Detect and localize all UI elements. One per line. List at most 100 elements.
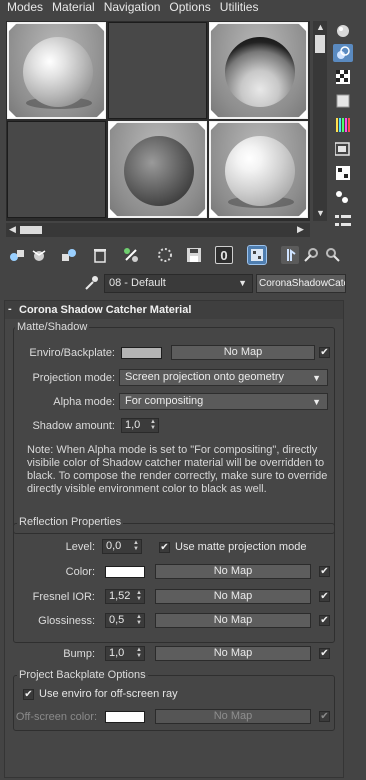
shadow-catcher-rollout: - Corona Shadow Catcher Material Matte/S… [4, 300, 344, 778]
reflection-color-map-button[interactable]: No Map [155, 564, 311, 579]
alpha-mode-label: Alpha mode: [53, 396, 115, 408]
pick-material-eyedropper-icon[interactable] [82, 275, 100, 293]
glossiness-value: 0,5 [109, 614, 125, 626]
slots-horizontal-scrollbar[interactable]: ◀ ▶ [6, 223, 310, 237]
assign-to-selection-icon[interactable] [60, 246, 78, 264]
matte-sphere-preview [23, 37, 93, 107]
bump-map-checkbox[interactable]: ✔ [319, 648, 330, 659]
menu-bar: Modes Material Navigation Options Utilit… [0, 0, 366, 14]
go-to-parent-icon[interactable] [302, 246, 320, 264]
scroll-thumb[interactable] [20, 226, 42, 234]
note-line: Note: When Alpha mode is set to "For com… [27, 444, 318, 456]
spinner-arrows-icon[interactable]: ▲ ▼ [135, 590, 143, 603]
scroll-up-icon[interactable]: ▲ [316, 23, 325, 32]
bump-spinner[interactable]: 1,0 ▲ ▼ [105, 646, 145, 661]
level-spinner[interactable]: 0,0 ▲ ▼ [102, 539, 142, 554]
dark-sphere-preview [124, 136, 194, 206]
menu-options[interactable]: Options [162, 1, 210, 13]
offscreen-map-checkbox[interactable]: ✔ [319, 711, 330, 722]
spinner-arrows-icon[interactable]: ▲ ▼ [135, 647, 143, 660]
glossiness-spinner[interactable]: 0,5 ▲ ▼ [105, 613, 145, 628]
menu-navigation[interactable]: Navigation [97, 1, 161, 13]
select-by-material-icon[interactable] [333, 188, 353, 206]
spinner-arrows-icon[interactable]: ▲ ▼ [135, 614, 143, 627]
slot-corner-marker [298, 23, 307, 32]
fresnel-ior-map-checkbox[interactable]: ✔ [319, 591, 330, 602]
show-end-result-icon[interactable] [281, 246, 299, 264]
enviro-map-checkbox[interactable]: ✔ [319, 347, 330, 358]
collapse-icon[interactable]: - [8, 303, 12, 315]
material-name-row: 08 - Default ▼ CoronaShadowCatcher [0, 274, 366, 294]
material-name-field[interactable]: 08 - Default ▼ [104, 274, 253, 293]
reflection-color-swatch[interactable] [105, 566, 145, 578]
put-to-scene-icon[interactable] [30, 246, 48, 264]
reset-map-icon[interactable] [91, 246, 109, 264]
sample-slot-2[interactable] [108, 22, 207, 119]
reflection-color-map-checkbox[interactable]: ✔ [319, 566, 330, 577]
reflection-title: Reflection Properties [17, 516, 124, 528]
sample-slot-3[interactable] [209, 22, 308, 119]
scroll-thumb[interactable] [315, 35, 325, 53]
sample-slot-1[interactable] [7, 22, 106, 119]
scroll-down-icon[interactable]: ▼ [316, 209, 325, 218]
show-shaded-in-viewport-icon[interactable] [247, 245, 267, 265]
rollout-header[interactable]: - Corona Shadow Catcher Material [5, 301, 343, 319]
fresnel-ior-spinner[interactable]: 1,52 ▲ ▼ [105, 589, 145, 604]
slot-corner-marker [210, 122, 219, 131]
glossiness-map-checkbox[interactable]: ✔ [319, 615, 330, 626]
checker-background-icon[interactable] [333, 68, 353, 86]
chevron-down-icon: ▼ [312, 373, 321, 383]
menu-utilities[interactable]: Utilities [213, 1, 259, 13]
bump-map-button[interactable]: No Map [155, 646, 311, 661]
uv-tiling-icon[interactable] [333, 92, 353, 110]
material-type-button[interactable]: CoronaShadowCatcher [256, 274, 346, 293]
slots-vertical-scrollbar[interactable]: ▲ ▼ [313, 21, 327, 221]
offscreen-map-button[interactable]: No Map [155, 709, 311, 724]
scroll-left-icon[interactable]: ◀ [9, 225, 16, 234]
glossiness-map-button[interactable]: No Map [155, 613, 311, 628]
sample-type-sphere-icon[interactable] [333, 22, 353, 40]
note-line: black. To compose the render correctly, … [27, 470, 328, 482]
use-matte-projection-label: Use matte projection mode [175, 541, 307, 553]
slot-corner-marker [298, 109, 307, 118]
glossy-sphere-preview [225, 136, 295, 206]
bump-label: Bump: [63, 648, 95, 660]
offscreen-color-swatch[interactable] [105, 711, 145, 723]
put-to-library-icon[interactable] [156, 246, 174, 264]
material-map-navigator-icon[interactable] [333, 212, 353, 230]
sample-slot-5[interactable] [108, 121, 207, 218]
fresnel-ior-map-button[interactable]: No Map [155, 589, 311, 604]
slot-corner-marker [210, 23, 219, 32]
shadow-amount-spinner[interactable]: 1,0 ▲ ▼ [121, 418, 159, 433]
slot-corner-marker [96, 109, 105, 118]
make-unique-icon[interactable] [122, 246, 140, 264]
get-material-icon[interactable] [8, 246, 26, 264]
sample-slot-4[interactable] [7, 121, 106, 218]
use-matte-projection-checkbox[interactable]: ✔ [159, 542, 170, 553]
make-preview-icon[interactable] [333, 140, 353, 158]
projection-mode-select[interactable]: Screen projection onto geometry ▼ [119, 369, 328, 386]
shadow-amount-label: Shadow amount: [32, 420, 115, 432]
rollout-title: Corona Shadow Catcher Material [19, 304, 192, 316]
offscreen-color-label: Off-screen color: [15, 711, 97, 723]
enviro-map-button[interactable]: No Map [171, 345, 315, 360]
spinner-arrows-icon[interactable]: ▲ ▼ [149, 419, 157, 432]
glass-sphere-preview [225, 37, 295, 107]
material-id-channel-icon[interactable]: 0 [215, 246, 233, 264]
backlight-icon[interactable] [333, 44, 353, 62]
options-icon[interactable] [333, 164, 353, 182]
slot-corner-marker [210, 208, 219, 217]
alpha-mode-select[interactable]: For compositing ▼ [119, 393, 328, 410]
scroll-right-icon[interactable]: ▶ [297, 225, 304, 234]
slot-corner-marker [298, 122, 307, 131]
sample-slot-6[interactable] [209, 121, 308, 218]
enviro-color-swatch[interactable] [121, 347, 162, 359]
menu-material[interactable]: Material [45, 1, 95, 13]
material-editor-toolbar: 0 [0, 245, 366, 266]
use-enviro-offscreen-checkbox[interactable]: ✔ [23, 689, 34, 700]
spinner-arrows-icon[interactable]: ▲ ▼ [132, 540, 140, 553]
save-to-library-icon[interactable] [185, 246, 203, 264]
go-forward-to-sibling-icon[interactable] [324, 246, 342, 264]
video-color-check-icon[interactable] [333, 116, 353, 134]
menu-modes[interactable]: Modes [0, 1, 43, 13]
